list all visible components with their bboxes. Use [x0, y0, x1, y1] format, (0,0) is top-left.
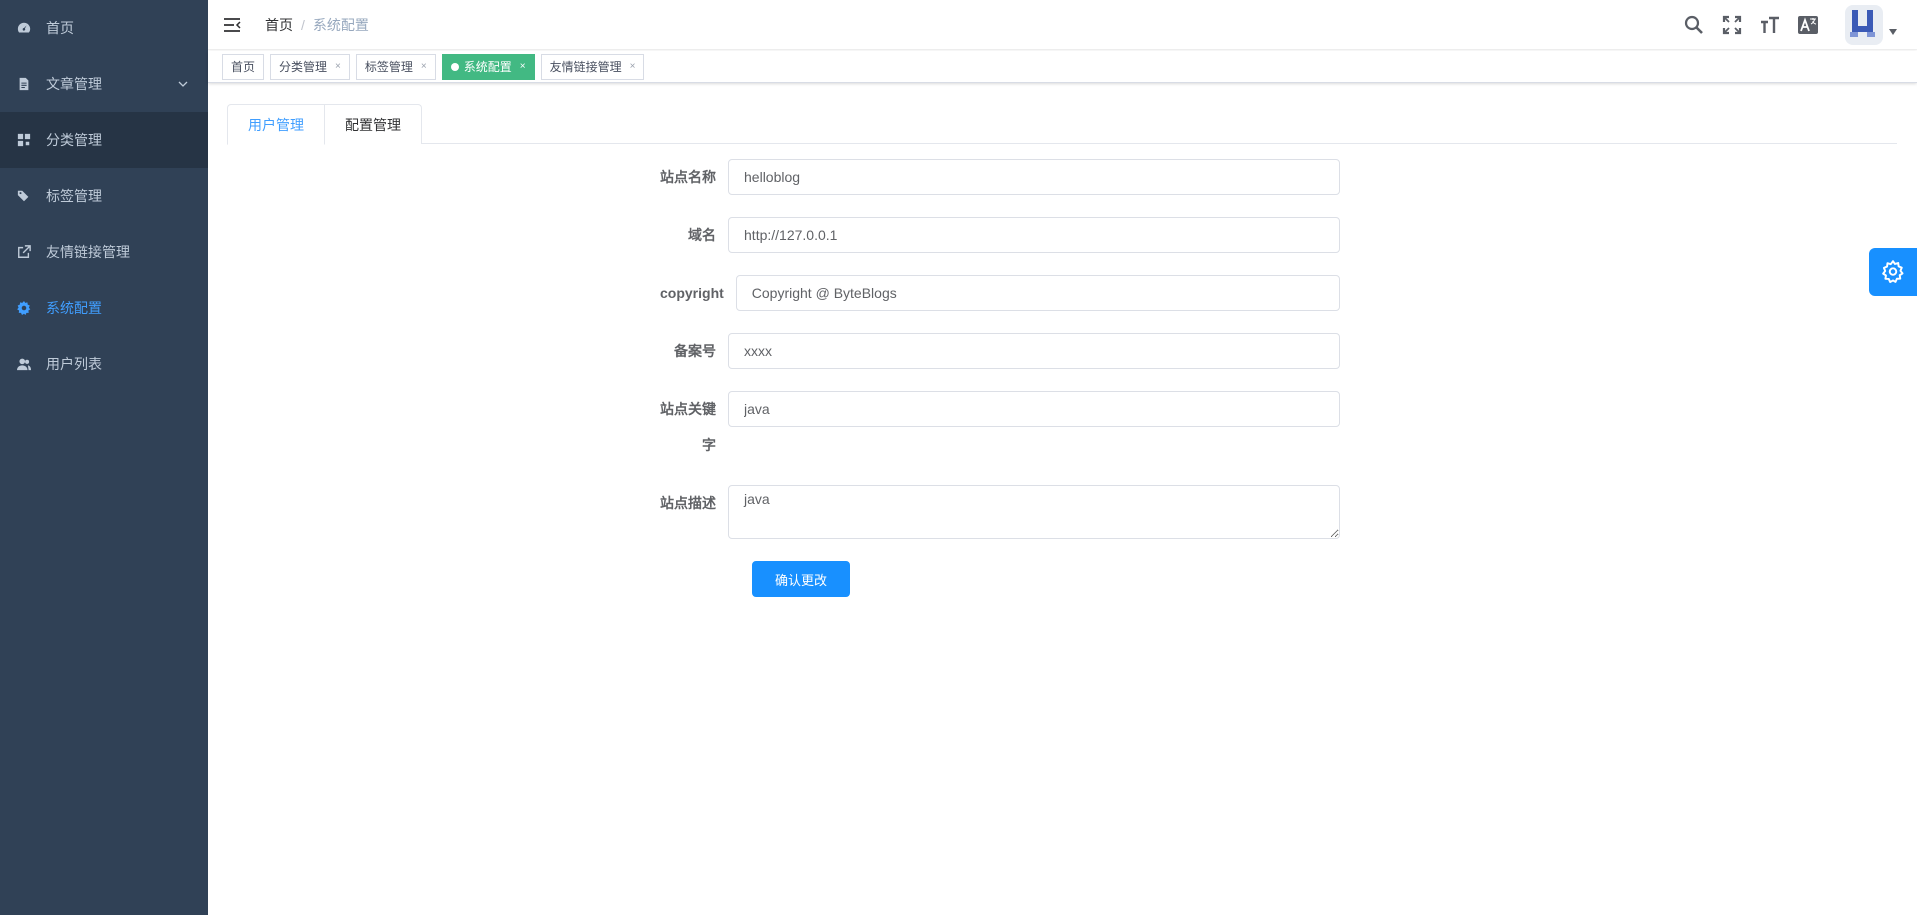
sidebar-item-label: 首页 — [46, 20, 74, 36]
tag-home[interactable]: 首页 — [222, 53, 265, 80]
confirm-change-button[interactable]: 确认更改 — [752, 561, 850, 597]
translate-icon[interactable] — [1797, 14, 1819, 36]
external-link-icon — [17, 245, 31, 259]
domain-input[interactable] — [728, 217, 1340, 253]
keywords-label: 站点关键字 — [660, 401, 717, 453]
tab-user-management[interactable]: 用户管理 — [227, 104, 325, 145]
document-icon — [17, 77, 31, 91]
close-icon[interactable]: × — [335, 61, 341, 72]
keywords-input[interactable] — [728, 391, 1340, 427]
breadcrumb-home[interactable]: 首页 — [265, 15, 293, 35]
sidebar-item-friend-links[interactable]: 友情链接管理 — [0, 224, 208, 280]
tags-view: 首页 分类管理 × 标签管理 × 系统配置 × 友情链接管理 × — [208, 51, 1917, 83]
close-icon[interactable]: × — [421, 61, 427, 72]
sidebar-item-label: 友情链接管理 — [46, 244, 130, 260]
description-textarea[interactable]: java — [728, 485, 1340, 539]
form-row-description: 站点描述 java — [660, 485, 1340, 539]
description-label: 站点描述 — [660, 495, 717, 511]
breadcrumb-separator: / — [301, 16, 305, 33]
copyright-label: copyright — [660, 285, 724, 301]
avatar[interactable] — [1845, 5, 1883, 45]
tag-friend-links[interactable]: 友情链接管理 × — [540, 53, 645, 80]
form-row-icp: 备案号 — [660, 333, 1340, 369]
tab-config-management[interactable]: 配置管理 — [325, 104, 422, 144]
breadcrumb: 首页 / 系统配置 — [265, 15, 369, 35]
close-icon[interactable]: × — [520, 61, 526, 72]
tag-label: 标签管理 — [364, 60, 413, 74]
font-size-icon[interactable] — [1759, 14, 1781, 36]
domain-label: 域名 — [688, 227, 717, 243]
fullscreen-icon[interactable] — [1721, 14, 1743, 36]
tag-categories[interactable]: 分类管理 × — [270, 53, 350, 80]
right-menu — [1675, 0, 1917, 50]
sidebar-item-tags[interactable]: 标签管理 — [0, 168, 208, 224]
sidebar-item-categories[interactable]: 分类管理 — [0, 112, 208, 168]
tag-label: 友情链接管理 — [549, 60, 622, 74]
gear-icon — [1882, 260, 1904, 284]
chevron-down-icon — [178, 81, 188, 87]
copyright-input[interactable] — [735, 275, 1340, 311]
user-icon — [17, 357, 31, 371]
site-name-label: 站点名称 — [660, 169, 717, 185]
sidebar-item-articles[interactable]: 文章管理 — [0, 56, 208, 112]
sidebar: 首页 文章管理 分类管理 标签管理 友情链接管理 系统配置 用户列表 — [0, 0, 208, 915]
sidebar-item-label: 系统配置 — [46, 300, 102, 316]
tag-icon — [17, 189, 31, 203]
site-name-input[interactable] — [728, 159, 1340, 195]
icp-input[interactable] — [728, 333, 1340, 369]
tabs-header: 用户管理 配置管理 — [227, 104, 1897, 145]
app-root: 首页 文章管理 分类管理 标签管理 友情链接管理 系统配置 用户列表 首页 / … — [0, 0, 1917, 915]
sidebar-item-users[interactable]: 用户列表 — [0, 336, 208, 392]
config-form: 站点名称 域名 copyright 备案号 站点关键字 站点描述 java 确认… — [660, 159, 1340, 597]
breadcrumb-current: 系统配置 — [312, 16, 369, 33]
tag-system-config[interactable]: 系统配置 × — [441, 53, 535, 80]
tag-label: 分类管理 — [279, 60, 328, 74]
icp-label: 备案号 — [674, 343, 717, 359]
sidebar-item-label: 标签管理 — [46, 188, 102, 204]
caret-down-icon[interactable] — [1889, 29, 1897, 35]
navbar: 首页 / 系统配置 — [208, 0, 1917, 50]
dashboard-icon — [17, 21, 31, 35]
tag-tags[interactable]: 标签管理 × — [355, 53, 436, 80]
hamburger-menu-icon[interactable] — [223, 17, 241, 33]
settings-panel-button[interactable] — [1869, 248, 1917, 296]
close-icon[interactable]: × — [630, 61, 636, 72]
form-row-site-name: 站点名称 — [660, 159, 1340, 195]
sidebar-item-home[interactable]: 首页 — [0, 0, 208, 56]
sidebar-item-label: 分类管理 — [46, 132, 102, 148]
tag-label: 首页 — [231, 60, 256, 74]
form-row-copyright: copyright — [660, 275, 1340, 311]
search-icon[interactable] — [1683, 14, 1705, 36]
form-row-domain: 域名 — [660, 217, 1340, 253]
tag-label: 系统配置 — [463, 60, 512, 74]
active-dot-icon — [450, 62, 459, 71]
gear-icon — [17, 301, 31, 315]
sidebar-item-label: 文章管理 — [46, 76, 102, 92]
sidebar-item-label: 用户列表 — [46, 356, 102, 372]
sidebar-item-system-config[interactable]: 系统配置 — [0, 280, 208, 336]
category-icon — [17, 133, 31, 147]
form-row-keywords: 站点关键字 — [660, 391, 1340, 463]
